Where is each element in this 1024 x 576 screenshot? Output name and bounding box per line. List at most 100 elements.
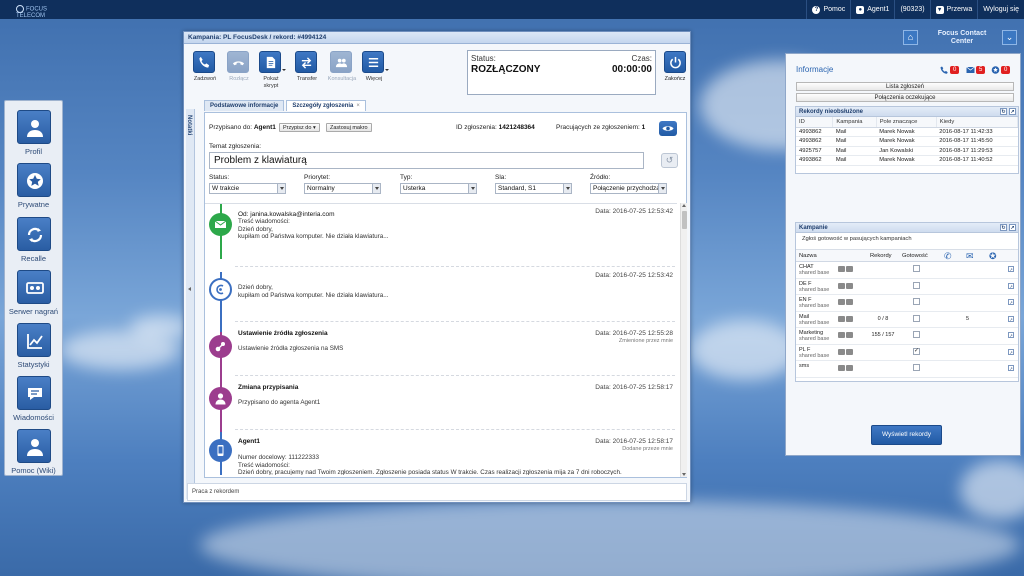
campaign-row[interactable]: EN Fshared base ↗ bbox=[796, 295, 1018, 312]
transfer-button[interactable]: Transfer bbox=[291, 51, 323, 95]
tape-icon bbox=[17, 270, 51, 304]
ready-checkbox[interactable] bbox=[913, 281, 920, 289]
user-ext: (90323) bbox=[894, 0, 929, 19]
refresh-icon[interactable]: ↻ bbox=[1000, 108, 1007, 115]
column-header[interactable]: ID bbox=[796, 117, 834, 128]
popout-icon[interactable]: ↗ bbox=[1009, 108, 1016, 115]
sidebar-item-stats[interactable]: Statystyki bbox=[5, 317, 62, 369]
user-button[interactable]: ● Agent1 bbox=[850, 0, 894, 19]
popout-icon[interactable]: ↗ bbox=[1008, 332, 1014, 338]
history-icon[interactable]: ↺ bbox=[661, 153, 678, 168]
cloud bbox=[960, 460, 1024, 520]
refresh-icon[interactable]: ↻ bbox=[1000, 224, 1007, 231]
ready-checkbox[interactable] bbox=[913, 364, 920, 371]
popout-icon[interactable]: ↗ bbox=[1008, 266, 1014, 272]
eye-icon[interactable] bbox=[659, 121, 677, 136]
popout-icon[interactable]: ↗ bbox=[1008, 282, 1014, 289]
help-label: Pomoc bbox=[823, 6, 846, 13]
ready-checkbox[interactable]: ✓ bbox=[913, 347, 920, 355]
ready-checkbox[interactable] bbox=[913, 298, 920, 305]
people-icon bbox=[330, 51, 352, 73]
table-row[interactable]: 4925757 Mail Jan Kowalski 2016-08-17 11:29:… bbox=[796, 146, 1018, 156]
type-select[interactable]: Usterka bbox=[400, 183, 477, 194]
sidebar-item-messages[interactable]: Wiadomości bbox=[5, 370, 62, 422]
consult-button[interactable]: Konsultacja bbox=[326, 51, 358, 95]
logout-button[interactable]: Wyloguj się bbox=[977, 0, 1024, 19]
campaigns-list: CHAT shared base ↗ DE Fshared base ↗ EN Fshar… bbox=[796, 262, 1018, 378]
campaigns-hint: Zgłoś gotowość w pasujących kampaniach bbox=[796, 233, 1018, 250]
show-records-button[interactable]: Wyświetl rekordy bbox=[871, 425, 942, 445]
headset-icon bbox=[838, 282, 845, 289]
call-button[interactable]: Zadzwoń bbox=[189, 51, 221, 95]
timeline-subtitle: Zmienione przez mnie bbox=[618, 338, 673, 344]
top-bar: FOCUS TELECOM ? Pomoc ● Agent1 (90323) ▾ Pr… bbox=[0, 0, 1024, 19]
subject-input[interactable]: Problem z klawiaturą bbox=[209, 152, 644, 169]
chat-icon bbox=[846, 332, 853, 338]
phone-counter[interactable]: 0 bbox=[940, 66, 960, 74]
ready-checkbox[interactable] bbox=[913, 331, 920, 338]
user-label: Agent1 bbox=[867, 6, 890, 13]
column-header[interactable]: Kiedy bbox=[936, 117, 1019, 128]
tickets-list-button[interactable]: Lista zgłoszeń bbox=[796, 82, 1014, 91]
campaign-name: Mail shared base bbox=[799, 314, 829, 326]
sidebar-item-recordings[interactable]: Serwer nagrań bbox=[5, 264, 62, 316]
table-row[interactable]: 4993862 Mail Marek Nowak 2016-08-17 11:45:5… bbox=[796, 136, 1018, 147]
sidebar-item-help[interactable]: Pomoc (Wiki) bbox=[5, 423, 62, 475]
message-icon bbox=[17, 376, 51, 410]
end-button[interactable]: Zakończ bbox=[660, 51, 690, 95]
table-row[interactable]: 4993862 Mail Marek Nowak 2016-08-17 11:42:3… bbox=[796, 127, 1018, 137]
popout-icon[interactable]: ↗ bbox=[1008, 315, 1014, 322]
chevron-down-icon bbox=[468, 184, 476, 193]
tab-ticket-details[interactable]: Szczegóły zgłoszenia × bbox=[286, 100, 366, 111]
chevron-down-icon[interactable]: ⌄ bbox=[1002, 30, 1017, 45]
close-icon[interactable]: × bbox=[356, 103, 360, 109]
sidebar-item-recalls[interactable]: Recalle bbox=[5, 211, 62, 263]
chevron-down-icon[interactable] bbox=[682, 473, 686, 476]
popout-icon[interactable]: ↗ bbox=[1008, 299, 1014, 305]
break-button[interactable]: ▾ Przerwa bbox=[929, 0, 978, 19]
notes-side-tab[interactable]: Notatki bbox=[186, 109, 195, 499]
popout-icon[interactable]: ↗ bbox=[1009, 224, 1016, 231]
campaign-row[interactable]: Marketing shared base 155 / 157 ↗ bbox=[796, 328, 1018, 345]
info-title: Informacje bbox=[796, 65, 834, 74]
campaign-row[interactable]: DE Fshared base ↗ bbox=[796, 279, 1018, 295]
table-row[interactable]: 4993862 Mail Marek Nowak 2016-08-17 11:40:5… bbox=[796, 155, 1018, 166]
channel-icons bbox=[838, 266, 853, 274]
assign-to-button[interactable]: Przypisz do ▾ bbox=[279, 123, 320, 132]
ready-checkbox[interactable] bbox=[913, 314, 920, 322]
ready-checkbox[interactable] bbox=[913, 265, 920, 272]
popout-icon[interactable]: ↗ bbox=[1008, 365, 1014, 371]
apply-macro-button[interactable]: Zastosuj makro bbox=[326, 123, 372, 132]
waiting-calls-button[interactable]: Połączenia oczekujące bbox=[796, 93, 1014, 102]
chevron-up-icon[interactable] bbox=[682, 204, 686, 207]
scrollbar-thumb[interactable] bbox=[682, 211, 687, 229]
sla-select[interactable]: Standard, S1 bbox=[495, 183, 572, 194]
column-header[interactable]: Pole znaczące bbox=[876, 117, 937, 128]
status-select[interactable]: W trakcie bbox=[209, 183, 286, 194]
campaign-title: sms bbox=[799, 363, 810, 369]
sidebar-item-private[interactable]: Prywatne bbox=[5, 157, 62, 209]
campaign-row[interactable]: CHAT shared base ↗ bbox=[796, 262, 1018, 279]
star-counter[interactable]: 0 bbox=[991, 66, 1011, 74]
column-header[interactable]: Kampania bbox=[832, 117, 877, 128]
sidebar-item-profile[interactable]: Profil bbox=[5, 104, 62, 156]
home-icon[interactable]: ⌂ bbox=[903, 30, 918, 45]
help-button[interactable]: ? Pomoc bbox=[806, 0, 850, 19]
star-count: 0 bbox=[1001, 66, 1011, 74]
campaign-row[interactable]: PL Fshared base ✓ ↗ bbox=[796, 345, 1018, 361]
campaign-row[interactable]: Mail shared base 0 / 8 5 ↗ bbox=[796, 312, 1018, 328]
table-cell: Jan Kowalski bbox=[876, 146, 937, 156]
campaign-row[interactable]: sms ↗ bbox=[796, 361, 1018, 378]
chart-icon bbox=[17, 323, 51, 357]
workers-count: Pracujących ze zgłoszeniem: 1 bbox=[556, 124, 645, 131]
source-select[interactable]: Połączenie przychodzą bbox=[590, 183, 667, 194]
priority-select[interactable]: Normalny bbox=[304, 183, 381, 194]
popout-icon[interactable]: ↗ bbox=[1008, 348, 1014, 355]
tab-basic-info[interactable]: Podstawowe informacje bbox=[204, 100, 285, 111]
chevron-left-icon[interactable] bbox=[188, 287, 191, 291]
more-button[interactable]: Więcej bbox=[358, 51, 390, 95]
mail-counter[interactable]: 5 bbox=[966, 66, 986, 74]
ticket-id: ID zgłoszenia: 1421248364 bbox=[456, 124, 535, 131]
show-script-button[interactable]: Pokaż skrypt bbox=[255, 51, 287, 95]
timeline-scrollbar[interactable] bbox=[680, 203, 687, 477]
